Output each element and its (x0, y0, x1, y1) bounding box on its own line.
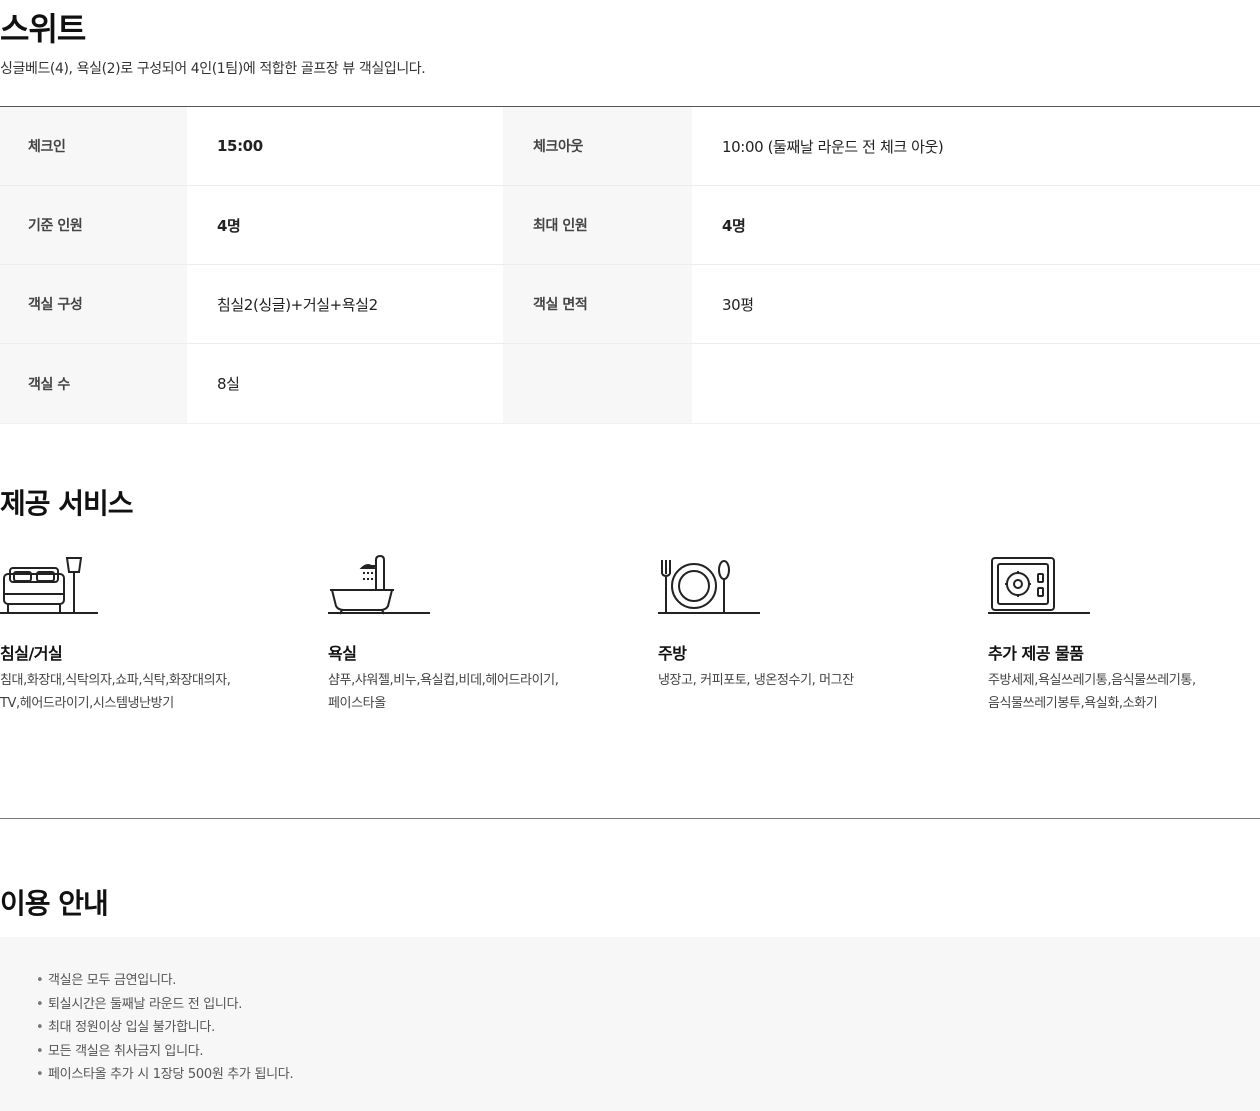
checkin-value: 15:00 (217, 137, 263, 155)
room-count-value: 8실 (217, 375, 240, 393)
room-info-table: 체크인 15:00 체크아웃 10:00 (둘째날 라운드 전 체크 아웃) 기… (0, 106, 1260, 424)
service-item-line: 주방세제,욕실쓰레기통,음식물쓰레기통, (988, 673, 1196, 688)
guide-item-text: 퇴실시간은 둘째날 라운드 전 입니다. (48, 996, 243, 1012)
guide-box: • 객실은 모두 금연입니다. • 퇴실시간은 둘째날 라운드 전 입니다. • 최대… (0, 937, 1260, 1111)
bathtub-icon (328, 552, 628, 616)
room-description: 싱글베드(4), 욕실(2)로 구성되어 4인(1팀)에 적합한 골프장 뷰 객… (0, 61, 426, 77)
info-row: 객실 수 8실 (0, 344, 1260, 424)
empty-label-cell (503, 344, 692, 423)
room-area-label: 객실 면적 (503, 265, 692, 343)
service-item-line: 침대,화장대,식탁의자,쇼파,식탁,화장대의자, (0, 673, 231, 688)
service-item-line: 음식물쓰레기봉투,욕실화,소화기 (988, 696, 1158, 711)
bullet: • (36, 1020, 44, 1035)
guide-item: • 페이스타올 추가 시 1장당 500원 추가 됩니다. (36, 1063, 294, 1087)
max-occupancy-label: 최대 인원 (503, 186, 692, 264)
room-title: 스위트 (0, 10, 86, 48)
services-title: 제공 서비스 (0, 487, 134, 520)
bullet: • (36, 1043, 44, 1059)
service-item-line: 샴푸,샤워젤,비누,욕실컵,비데,헤어드라이기, (328, 673, 559, 688)
service-name: 주방 (658, 644, 687, 663)
room-composition-value: 침실2(싱글)+거실+욕실2 (217, 295, 378, 314)
bullet: • (36, 996, 44, 1012)
service-item-line: TV,헤어드라이기,시스템냉난방기 (0, 696, 174, 711)
safe-icon (988, 552, 1260, 616)
standard-occupancy-label: 기준 인원 (0, 186, 187, 264)
checkout-value: 10:00 (둘째날 라운드 전 체크 아웃) (722, 137, 944, 156)
guide-item-text: 객실은 모두 금연입니다. (48, 973, 177, 988)
guide-list: • 객실은 모두 금연입니다. • 퇴실시간은 둘째날 라운드 전 입니다. • 최대… (36, 969, 294, 1087)
guide-item-text: 페이스타올 추가 시 1장당 500원 추가 됩니다. (48, 1067, 294, 1082)
service-items: 침대,화장대,식탁의자,쇼파,식탁,화장대의자, TV,헤어드라이기,시스템냉난… (0, 669, 300, 715)
guide-item-text: 최대 정원이상 입실 불가합니다. (48, 1020, 215, 1035)
info-row: 기준 인원 4명 최대 인원 4명 (0, 186, 1260, 265)
service-items: 냉장고, 커피포토, 냉온정수기, 머그잔 (658, 669, 958, 692)
plate-cutlery-icon (658, 552, 958, 616)
room-count-label: 객실 수 (0, 344, 187, 423)
info-row: 체크인 15:00 체크아웃 10:00 (둘째날 라운드 전 체크 아웃) (0, 107, 1260, 186)
guide-item: • 객실은 모두 금연입니다. (36, 969, 293, 993)
bed-lamp-icon (0, 552, 300, 616)
checkout-label: 체크아웃 (503, 107, 692, 185)
info-row: 객실 구성 침실2(싱글)+거실+욕실2 객실 면적 30평 (0, 265, 1260, 344)
guide-title: 이용 안내 (0, 887, 109, 920)
bullet: • (36, 1067, 44, 1082)
guide-item: • 모든 객실은 취사금지 입니다. (36, 1040, 293, 1064)
standard-occupancy-value: 4명 (217, 216, 241, 235)
service-bedroom: 침실/거실 침대,화장대,식탁의자,쇼파,식탁,화장대의자, TV,헤어드라이기… (0, 552, 300, 711)
service-name: 침실/거실 (0, 644, 63, 663)
room-composition-label: 객실 구성 (0, 265, 187, 343)
service-item-line: 냉장고, 커피포토, 냉온정수기, 머그잔 (658, 673, 854, 688)
service-name: 욕실 (328, 644, 357, 663)
checkin-label: 체크인 (0, 107, 187, 185)
service-extra-supplies: 추가 제공 물품 주방세제,욕실쓰레기통,음식물쓰레기통, 음식물쓰레기봉투,욕… (988, 552, 1260, 711)
service-item-line: 페이스타올 (328, 696, 386, 711)
service-items: 샴푸,샤워젤,비누,욕실컵,비데,헤어드라이기, 페이스타올 (328, 669, 628, 715)
services-list: 침실/거실 침대,화장대,식탁의자,쇼파,식탁,화장대의자, TV,헤어드라이기… (0, 552, 1260, 722)
bullet: • (36, 973, 44, 988)
service-name: 추가 제공 물품 (988, 644, 1084, 663)
room-area-value: 30평 (722, 295, 754, 314)
empty-value-cell (692, 344, 1260, 423)
guide-item: • 퇴실시간은 둘째날 라운드 전 입니다. (36, 993, 293, 1017)
service-kitchen: 주방 냉장고, 커피포토, 냉온정수기, 머그잔 (658, 552, 958, 688)
service-items: 주방세제,욕실쓰레기통,음식물쓰레기통, 음식물쓰레기봉투,욕실화,소화기 (988, 669, 1260, 715)
service-bathroom: 욕실 샴푸,샤워젤,비누,욕실컵,비데,헤어드라이기, 페이스타올 (328, 552, 628, 711)
guide-item-text: 모든 객실은 취사금지 입니다. (48, 1043, 204, 1059)
guide-item: • 최대 정원이상 입실 불가합니다. (36, 1016, 293, 1040)
section-divider (0, 818, 1260, 819)
max-occupancy-value: 4명 (722, 216, 746, 235)
